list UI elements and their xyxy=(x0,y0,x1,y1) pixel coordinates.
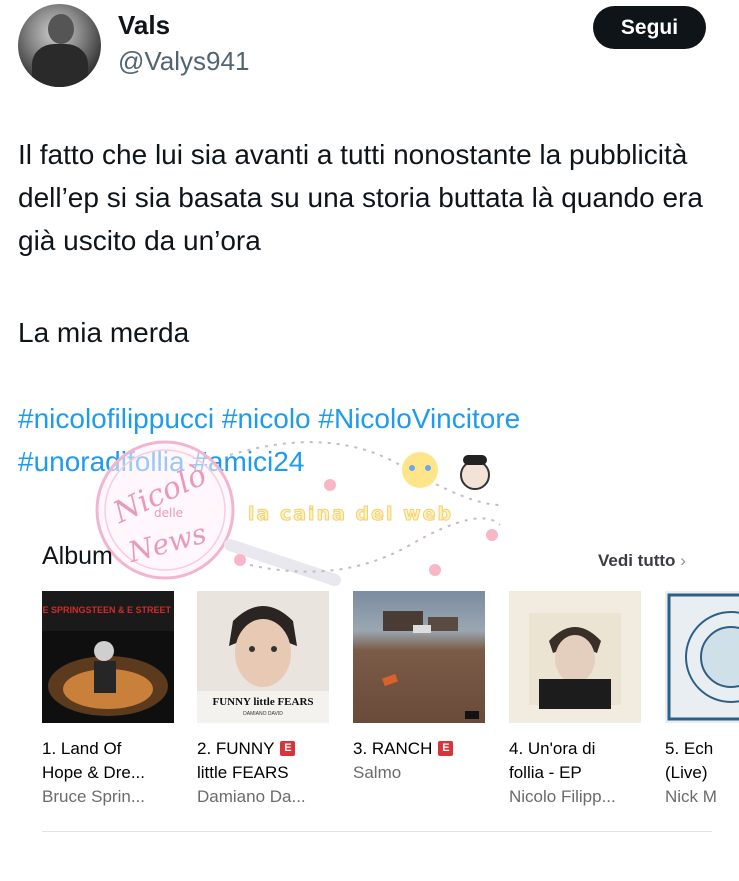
album-card[interactable]: 4. Un'ora di follia - EP Nicolo Filipp... xyxy=(509,591,641,809)
chevron-right-icon: › xyxy=(680,551,686,570)
album-title: 1. Land Of Hope & Dre... xyxy=(42,739,145,782)
album-title: 2. FUNNY Elittle FEARS xyxy=(197,737,329,785)
hashtag-list: #nicolofilippucci #nicolo #NicoloVincito… xyxy=(18,397,718,483)
tweet-text-2: La mia merda xyxy=(18,317,190,348)
follow-button[interactable]: Segui xyxy=(593,6,706,49)
explicit-badge: E xyxy=(438,741,454,756)
album-title: 5. Ech (Live) xyxy=(665,739,714,782)
watermark-text: News xyxy=(124,517,210,570)
album-artist: Bruce Sprin... xyxy=(42,787,145,806)
album-cover-art xyxy=(382,611,479,719)
album-cover-art: FUNNY little FEARS DAMIANO DAVID xyxy=(197,591,329,717)
album-cover-art: BRUCE SPRINGSTEEN & E STREET BAND xyxy=(42,591,174,716)
album-cover[interactable] xyxy=(353,591,485,723)
album-artist: Nicolo Filipp... xyxy=(509,787,616,806)
album-cover[interactable] xyxy=(509,591,641,723)
album-card[interactable]: BRUCE SPRINGSTEEN & E STREET BAND 1. Lan… xyxy=(42,591,174,809)
tweet-text: Il fatto che lui sia avanti a tutti nono… xyxy=(18,139,703,256)
hashtag-link[interactable]: #unoradifollia xyxy=(18,446,185,477)
album-artist: Nick M xyxy=(665,787,717,806)
author-handle[interactable]: @Valys941 xyxy=(118,46,249,77)
album-artist: Damiano Da... xyxy=(197,787,306,806)
explicit-badge: E xyxy=(280,741,296,756)
album-cover-art xyxy=(667,593,739,721)
author-name[interactable]: Vals xyxy=(118,10,170,41)
avatar[interactable] xyxy=(18,4,101,87)
album-cover-art xyxy=(529,613,621,709)
hashtag-link[interactable]: #nicolofilippucci xyxy=(18,403,214,434)
hashtag-link[interactable]: #nicolo xyxy=(222,403,311,434)
avatar-body-shape xyxy=(32,44,88,87)
see-all-link[interactable]: Vedi tutto › xyxy=(598,551,686,571)
cover-title-text: FUNNY little FEARS xyxy=(212,696,313,708)
watermark-text: delle xyxy=(154,506,183,520)
album-artist: Salmo xyxy=(353,763,402,782)
cover-title-text: BRUCE SPRINGSTEEN & E STREET BAND xyxy=(42,605,174,615)
album-cover[interactable] xyxy=(665,591,739,723)
albums-section-title: Album xyxy=(42,542,113,570)
divider xyxy=(42,831,712,832)
album-card[interactable]: 3. RANCH E Salmo xyxy=(353,591,485,785)
album-title: 4. Un'ora di follia - EP xyxy=(509,739,596,782)
album-card[interactable]: 5. Ech (Live) Nick M xyxy=(665,591,739,809)
avatar-head-shape xyxy=(48,14,74,44)
cover-subtitle-text: DAMIANO DAVID xyxy=(243,711,283,717)
album-cover[interactable]: FUNNY little FEARS DAMIANO DAVID xyxy=(197,591,329,723)
hashtag-link[interactable]: #NicoloVincitore xyxy=(318,403,520,434)
album-title: 3. RANCH E xyxy=(353,737,485,761)
watermark-banner-text: la caina del web xyxy=(248,503,453,525)
hashtag-link[interactable]: #amici24 xyxy=(192,446,304,477)
album-cover[interactable]: BRUCE SPRINGSTEEN & E STREET BAND xyxy=(42,591,174,723)
album-card[interactable]: FUNNY little FEARS DAMIANO DAVID 2. FUNN… xyxy=(197,591,329,809)
